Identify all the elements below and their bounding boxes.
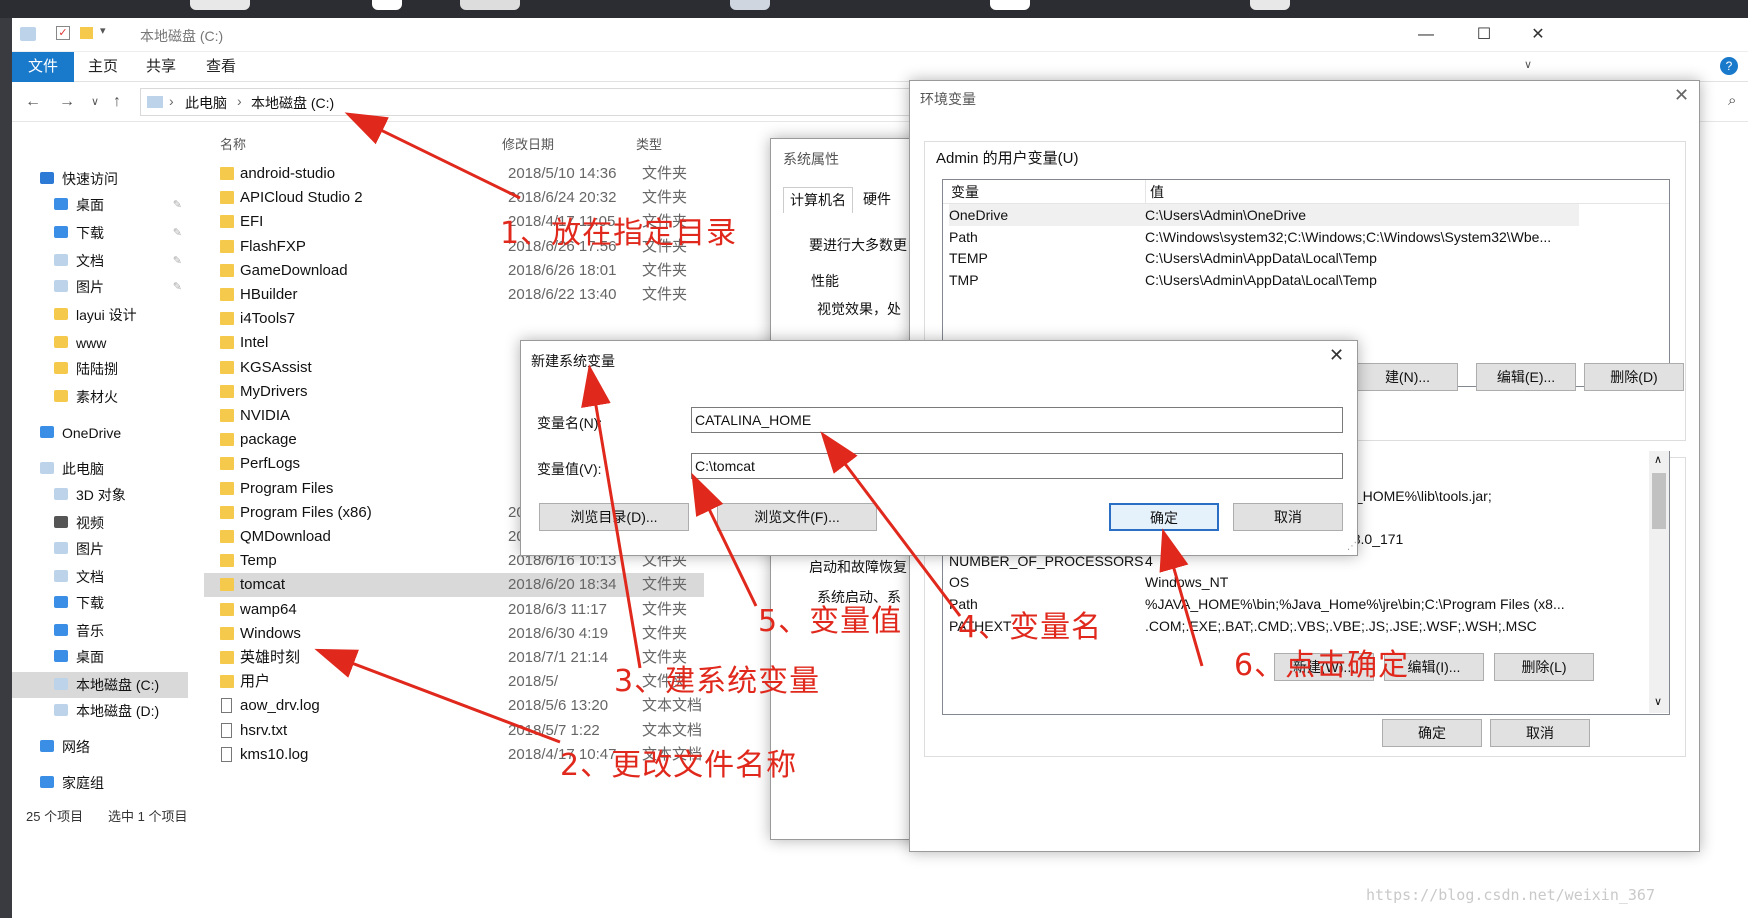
- annotation-step-5: 5、变量值: [758, 604, 903, 639]
- arrow-to-ok-button: [1159, 528, 1204, 667]
- annotation-step-1: 1、放在指定目录: [500, 216, 738, 251]
- arrow-to-dialog-title: [581, 364, 642, 669]
- arrow-to-address: [344, 112, 521, 200]
- annotation-step-6: 6、点击确定: [1234, 648, 1410, 683]
- annotation-step-4: 4、变量名: [958, 610, 1103, 645]
- annotation-step-2: 2、更改文件名称: [560, 748, 798, 783]
- arrow-to-variable-value: [691, 472, 758, 607]
- annotation-step-3: 3、建系统变量: [614, 664, 821, 699]
- annotation-arrows: [314, 112, 1204, 744]
- arrow-to-variable-name: [820, 431, 962, 617]
- arrow-to-tomcat: [314, 648, 561, 744]
- watermark: https://blog.csdn.net/weixin_367: [1366, 886, 1655, 904]
